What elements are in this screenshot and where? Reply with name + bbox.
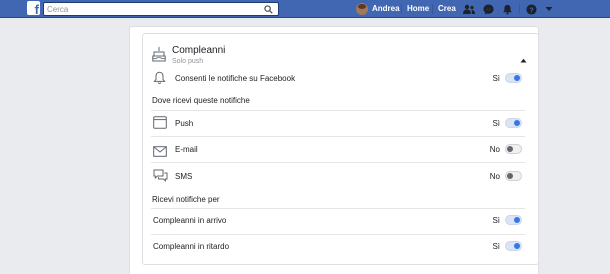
help-icon: ? xyxy=(525,3,537,15)
row-divider xyxy=(151,136,525,137)
nav-divider xyxy=(432,4,433,14)
account-menu-button[interactable] xyxy=(543,3,555,15)
email-row-icon xyxy=(153,144,167,162)
friend-requests-button[interactable] xyxy=(463,3,475,15)
row-divider xyxy=(151,110,525,111)
section-icon xyxy=(152,46,166,67)
type-label-upcoming: Compleanni in arrivo xyxy=(153,216,227,225)
email-toggle[interactable] xyxy=(505,144,522,154)
section-subtitle: Solo push xyxy=(172,58,204,65)
row-divider xyxy=(151,234,525,235)
allow-row-icon xyxy=(153,71,166,90)
channel-label-email: E-mail xyxy=(175,145,198,154)
notifications-icon xyxy=(502,4,512,15)
toggle-knob xyxy=(507,146,513,152)
row-divider xyxy=(151,162,525,163)
channel-label-push: Push xyxy=(175,119,194,128)
receive-heading: Ricevi notifiche per xyxy=(152,195,220,204)
search-button[interactable] xyxy=(258,3,278,15)
search-box[interactable] xyxy=(43,2,279,16)
envelope-icon xyxy=(153,146,167,157)
nav-divider xyxy=(401,4,402,14)
toggle-knob xyxy=(514,120,520,126)
type-value-belated: Sì xyxy=(492,242,500,251)
notifications-button[interactable] xyxy=(501,3,513,15)
help-button[interactable]: ? xyxy=(525,3,537,15)
toggle-knob xyxy=(514,217,520,223)
channel-value-sms: No xyxy=(489,172,500,181)
toggle-knob xyxy=(507,173,513,179)
profile-link[interactable]: Andrea xyxy=(372,4,400,14)
friends-icon xyxy=(463,4,475,14)
sms-toggle[interactable] xyxy=(505,171,522,181)
svg-text:?: ? xyxy=(529,5,534,14)
belated-birthdays-toggle[interactable] xyxy=(505,241,522,251)
allow-notifications-toggle[interactable] xyxy=(505,73,522,83)
search-icon xyxy=(263,4,273,14)
create-link[interactable]: Crea xyxy=(438,4,456,14)
sms-row-icon xyxy=(153,169,168,187)
bell-icon xyxy=(153,71,166,84)
section-title: Compleanni xyxy=(172,45,226,56)
push-toggle[interactable] xyxy=(505,118,522,128)
top-navigation-bar: f Andrea Home Crea ? xyxy=(0,0,610,18)
allow-notifications-value: Sì xyxy=(492,74,500,83)
avatar[interactable] xyxy=(356,3,368,15)
allow-notifications-label: Consenti le notifiche su Facebook xyxy=(175,74,296,83)
caret-up-icon xyxy=(520,58,527,63)
channel-value-email: No xyxy=(489,145,500,154)
birthday-cake-icon xyxy=(152,46,166,62)
channel-value-push: Sì xyxy=(492,119,500,128)
home-link[interactable]: Home xyxy=(407,4,429,14)
facebook-logo[interactable]: f xyxy=(27,1,40,17)
messenger-icon xyxy=(482,3,494,15)
browser-window-icon xyxy=(153,116,167,129)
toggle-knob xyxy=(514,243,520,249)
search-input[interactable] xyxy=(47,3,257,15)
toggle-knob xyxy=(514,75,520,81)
messenger-button[interactable] xyxy=(482,3,494,15)
row-divider xyxy=(151,208,525,209)
type-value-upcoming: Sì xyxy=(492,216,500,225)
account-menu-caret-icon xyxy=(545,7,553,11)
collapse-section-button[interactable] xyxy=(520,50,527,68)
where-heading: Dove ricevi queste notifiche xyxy=(152,96,250,105)
push-row-icon xyxy=(153,116,167,134)
type-label-belated: Compleanni in ritardo xyxy=(153,242,230,251)
channel-label-sms: SMS xyxy=(175,172,193,181)
nav-divider xyxy=(519,4,520,14)
chat-bubbles-icon xyxy=(153,169,168,182)
upcoming-birthdays-toggle[interactable] xyxy=(505,215,522,225)
